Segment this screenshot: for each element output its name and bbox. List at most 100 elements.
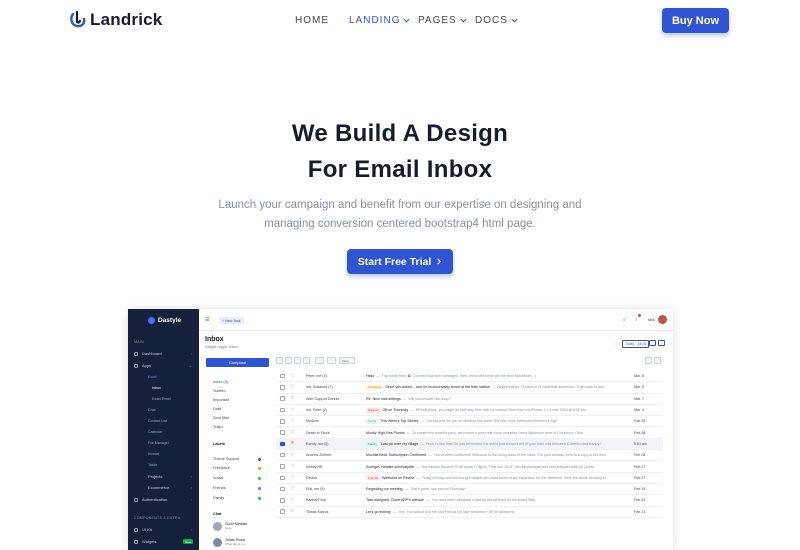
folder-icon[interactable] (315, 357, 324, 364)
email-row[interactable]: ☆ me, Susanna (7) Freelance Since you asked… (276, 382, 663, 394)
filter-icon[interactable] (658, 340, 665, 346)
report-icon[interactable] (294, 357, 301, 364)
menu-icon[interactable]: ☰ (205, 317, 209, 323)
star-icon[interactable]: ☆ (290, 384, 295, 390)
label-family[interactable]: Family (213, 496, 261, 500)
chat-user[interactable]: Julian Rosa What about our (213, 538, 246, 547)
user-name[interactable]: Nick (648, 318, 655, 322)
email-row[interactable]: ☆ Infinity HR Sveriges Hetaste sommarjobb —… (276, 461, 663, 473)
email-row[interactable]: ☆ KanbanFlow Task assigned: Clone ARP's we… (276, 495, 663, 507)
star-icon[interactable]: ☆ (290, 508, 295, 514)
label-freelance[interactable]: Freelance (213, 466, 261, 470)
star-icon[interactable]: ☆ (290, 475, 295, 481)
email-row[interactable]: ☆ Revibe Friends Weekend on Revibe — Today's … (276, 473, 663, 484)
compose-button[interactable]: Compose (206, 358, 269, 367)
sidebar-item-ui-kit[interactable]: UI Kit › (134, 527, 194, 532)
chevron-left-icon[interactable] (645, 357, 652, 364)
email-row[interactable]: ☆ Medium Social This Week's Top Stories — Our… (276, 416, 663, 428)
chevron-right-icon[interactable] (654, 357, 661, 364)
folder-important[interactable]: Important (213, 398, 229, 402)
label-theme-support[interactable]: Theme Support (213, 457, 261, 461)
star-icon[interactable]: ☆ (290, 395, 295, 401)
star-icon[interactable]: ☆ (290, 373, 295, 379)
email-subject: Task assigned: Clone ARP's website (366, 498, 425, 503)
download-icon[interactable] (649, 340, 656, 346)
brand-logo[interactable]: Landrick (70, 10, 162, 30)
email-row[interactable]: ☆ Web Support Dennis Re: New mail settings… (276, 394, 663, 405)
sidebar-item-dashboard[interactable]: Dashboard › (134, 351, 194, 356)
email-sender: Death to Stock (306, 430, 330, 435)
sidebar-item-ecommerce[interactable]: Ecommerce › (148, 485, 194, 490)
row-checkbox[interactable] (280, 464, 285, 469)
row-checkbox[interactable] (280, 373, 285, 379)
trash-icon[interactable] (303, 357, 310, 364)
chat-user[interactable]: Scott Median Hello (213, 522, 247, 531)
row-checkbox[interactable] (280, 407, 285, 413)
folder-trash[interactable]: Trash (213, 425, 223, 429)
sidebar-sub-file-manager[interactable]: File Manager (148, 441, 169, 445)
more-dropdown[interactable]: More (339, 357, 355, 364)
sidebar-sub-tasks[interactable]: Tasks (148, 463, 157, 467)
sidebar-sub-contact-list[interactable]: Contact List (148, 419, 167, 423)
email-row[interactable]: ★ Randy, me (5) Family Last pic over my vil… (276, 438, 663, 451)
sidebar-sub-inbox[interactable]: Inbox (152, 386, 161, 390)
sidebar-sub-chat[interactable]: Chat (148, 408, 156, 412)
folder-inbox[interactable]: Inbox (8) (213, 380, 228, 384)
star-icon[interactable]: ☆ (290, 407, 295, 413)
menu-item-pages[interactable]: PAGES (418, 15, 475, 26)
row-checkbox[interactable] (280, 486, 285, 492)
menu-item-label: PAGES (418, 15, 457, 26)
archive-icon[interactable] (285, 357, 292, 364)
menu-item-home[interactable]: HOME (295, 15, 349, 26)
label-friends[interactable]: Friends (213, 486, 261, 490)
select-all-checkbox[interactable] (276, 357, 283, 364)
sidebar-sub-calendar[interactable]: Calendar (148, 430, 163, 434)
label-social[interactable]: Social (213, 476, 261, 480)
folder-draft[interactable]: Draft (213, 407, 221, 411)
row-checkbox[interactable] (280, 452, 285, 458)
star-icon[interactable]: ☆ (290, 486, 295, 492)
menu-item-docs[interactable]: DOCS (475, 15, 518, 26)
star-icon[interactable]: ☆ (290, 452, 295, 458)
mail-list: ☆ Peter, me (3) Hello — Trip home from 🎉 Col… (276, 371, 663, 518)
star-icon[interactable]: ☆ (290, 429, 295, 435)
row-checkbox[interactable] (280, 385, 285, 390)
new-task-button[interactable]: + New Task (219, 317, 244, 324)
folder-starred[interactable]: Starred (213, 389, 225, 393)
sidebar-sub-read-email[interactable]: Read Email (152, 397, 171, 401)
page-title: Inbox (205, 336, 224, 343)
row-checkbox[interactable] (280, 430, 285, 435)
email-row[interactable]: ☆ Erik, me (5) Regarding our meeting — That'… (276, 484, 663, 496)
row-checkbox[interactable] (280, 509, 285, 514)
sidebar-sub-email[interactable]: Email (148, 375, 157, 379)
star-icon[interactable]: ☆ (290, 463, 295, 469)
bell-icon[interactable]: ♪ (635, 317, 638, 323)
buy-now-button[interactable]: Buy Now (662, 8, 729, 33)
folder-sent-mail[interactable]: Sent Mail (213, 416, 229, 420)
star-icon[interactable]: ☆ (290, 497, 295, 503)
mockup-app-name: Dastyle (158, 317, 182, 324)
star-icon[interactable]: ☆ (290, 418, 295, 424)
email-row[interactable]: ☆ Peter, me (3) Hello — Trip home from 🎉 Col… (276, 371, 663, 383)
sidebar-sub-invoice[interactable]: Invoice (148, 452, 159, 456)
sidebar-item-label: Authentication (142, 497, 168, 502)
row-checkbox[interactable] (280, 498, 285, 503)
tag-icon[interactable] (327, 357, 336, 364)
email-row[interactable]: ☆ Andrew Zimmer Mochila Beta: Subscription… (276, 450, 663, 462)
date-range-button[interactable]: Today : Jul 24 (622, 340, 649, 348)
sidebar-item-projects[interactable]: Projects › (148, 474, 194, 479)
star-icon[interactable]: ★ (290, 441, 295, 447)
email-row[interactable]: ☆ Death to Stock Montly High-Res Photos — To… (276, 427, 663, 439)
sidebar-item-authentication[interactable]: Authentication › (134, 497, 194, 502)
email-row[interactable]: ☆ Tomas Kalvus Let's go fishing! — Hey, You … (276, 507, 663, 518)
menu-item-landing[interactable]: LANDING (349, 15, 418, 26)
sidebar-item-apps[interactable]: Apps ⌄ (134, 363, 194, 368)
row-checkbox[interactable] (280, 475, 285, 481)
row-checkbox[interactable] (280, 441, 285, 447)
row-checkbox[interactable] (280, 419, 285, 424)
search-icon[interactable]: ⌕ (623, 317, 626, 323)
row-checkbox[interactable] (280, 396, 285, 401)
email-row[interactable]: ☆ me, Peter (2) Support Off on Thursday — Eff… (276, 405, 663, 417)
avatar[interactable] (658, 315, 667, 324)
start-free-trial-button[interactable]: Start Free Trial (347, 249, 453, 274)
